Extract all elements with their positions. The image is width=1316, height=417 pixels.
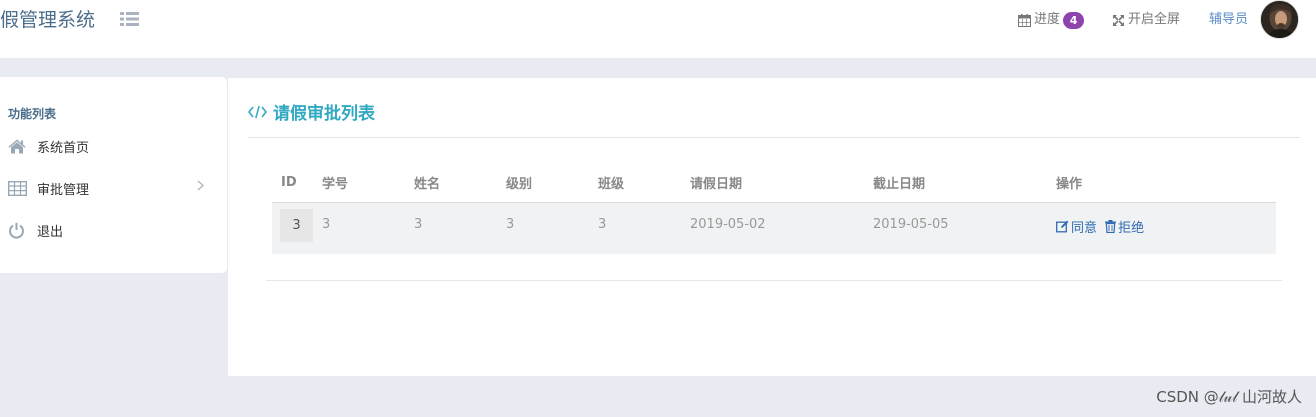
table-row: 3 3 3 3 3 2019-05-02 2019-05-05 同意 拒绝 (272, 202, 1276, 254)
sidebar: 功能列表 系统首页 审批管理 退出 (0, 77, 227, 273)
table-icon (8, 180, 30, 196)
divider (248, 137, 1300, 138)
sidebar-item-label: 退出 (37, 224, 64, 240)
cell-start-date: 2019-05-02 (690, 202, 873, 254)
page-title-text: 请假审批列表 (273, 104, 375, 124)
column-header: 班级 (598, 164, 690, 203)
column-header: 截止日期 (873, 164, 1056, 203)
main-panel: 请假审批列表 ID 学号 姓名 级别 班级 请假日期 截止日期 操作 3 3 3 (228, 78, 1316, 376)
expand-icon (1113, 14, 1124, 26)
progress-badge: 4 (1063, 11, 1085, 29)
sidebar-item-approval[interactable]: 审批管理 (8, 176, 218, 200)
user-menu[interactable]: 辅导员 (1209, 11, 1248, 29)
calendar-icon (1018, 13, 1031, 27)
column-header: ID (272, 164, 322, 203)
column-header: 级别 (506, 164, 598, 203)
cell-end-date: 2019-05-05 (873, 202, 1056, 254)
fullscreen-nav[interactable]: 开启全屏 (1112, 11, 1180, 29)
cell-level: 3 (506, 202, 598, 254)
reject-button[interactable]: 拒绝 (1105, 217, 1144, 236)
app-brand[interactable]: 假管理系统 (0, 8, 95, 32)
column-header: 学号 (322, 164, 414, 203)
home-icon (8, 139, 30, 154)
approve-label: 同意 (1071, 220, 1098, 236)
menu-toggle-icon[interactable] (120, 11, 139, 27)
sidebar-item-label: 系统首页 (37, 140, 90, 156)
divider (266, 280, 1282, 281)
page-title: 请假审批列表 (248, 99, 375, 124)
avatar[interactable] (1260, 0, 1299, 39)
id-box: 3 (280, 208, 313, 242)
column-header: 姓名 (414, 164, 506, 203)
cell-class: 3 (598, 202, 690, 254)
reject-label: 拒绝 (1118, 220, 1145, 236)
sidebar-item-label: 审批管理 (37, 182, 90, 198)
power-icon (8, 222, 30, 239)
sidebar-item-home[interactable]: 系统首页 (8, 134, 218, 158)
sidebar-heading: 功能列表 (8, 107, 57, 121)
cell-actions: 同意 拒绝 (1056, 202, 1276, 254)
watermark: CSDN @𝓁𝓊𝓁 山河故人 (1156, 388, 1302, 406)
top-navbar: 假管理系统 进度 4 开启全屏 辅导员 (0, 0, 1316, 58)
fullscreen-label: 开启全屏 (1128, 12, 1181, 27)
edit-icon (1056, 220, 1069, 232)
progress-label: 进度 (1034, 12, 1061, 27)
leave-approval-table: ID 学号 姓名 级别 班级 请假日期 截止日期 操作 3 3 3 3 3 20… (272, 164, 1276, 254)
cell-student-no: 3 (322, 202, 414, 254)
cell-name: 3 (414, 202, 506, 254)
progress-nav[interactable]: 进度 4 (1018, 11, 1085, 29)
approve-button[interactable]: 同意 (1056, 217, 1097, 236)
table-header-row: ID 学号 姓名 级别 班级 请假日期 截止日期 操作 (272, 164, 1276, 203)
column-header: 操作 (1056, 164, 1276, 203)
trash-icon (1105, 219, 1117, 233)
sidebar-item-logout[interactable]: 退出 (8, 218, 218, 242)
user-name: 辅导员 (1209, 12, 1249, 27)
cell-id: 3 (272, 202, 322, 254)
code-icon (248, 105, 267, 118)
chevron-right-icon (197, 180, 204, 195)
column-header: 请假日期 (690, 164, 873, 203)
